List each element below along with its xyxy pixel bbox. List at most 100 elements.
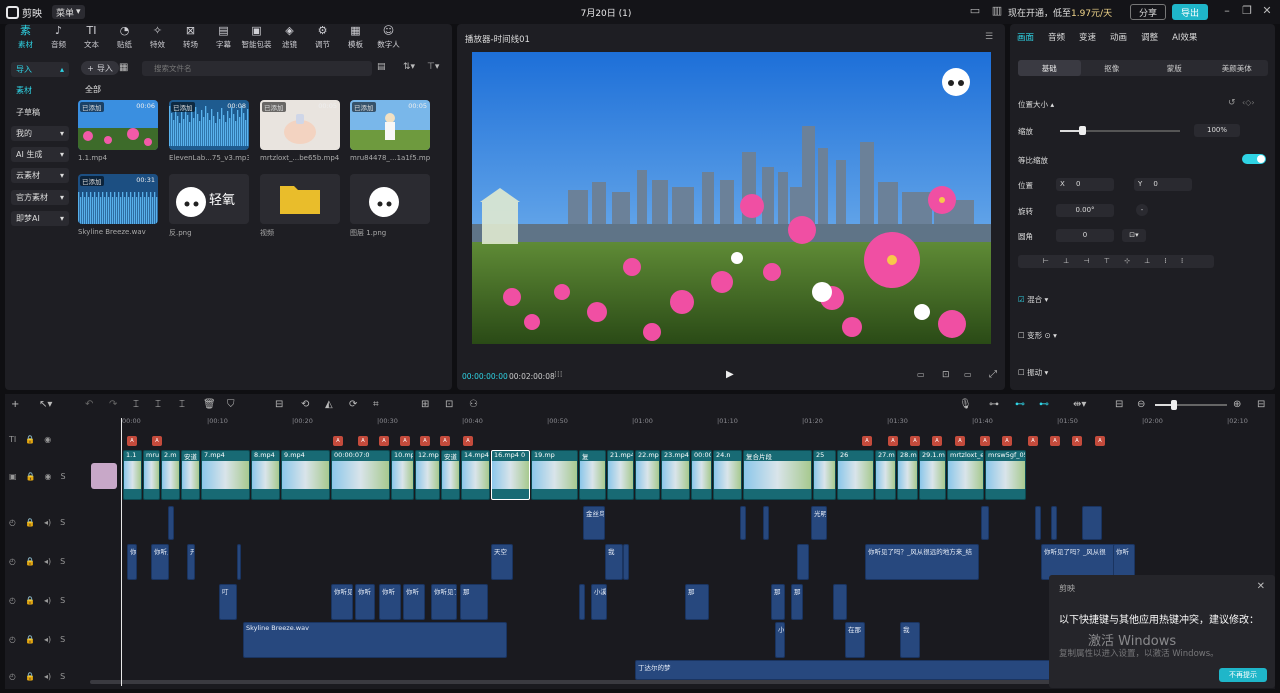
- inspector-subtab-1[interactable]: 抠像: [1081, 60, 1144, 76]
- inspector-tab-4[interactable]: 调整: [1134, 31, 1165, 43]
- caption-icon[interactable]: ⊞: [421, 399, 429, 410]
- video-clip[interactable]: 16.mp4 0: [491, 450, 530, 500]
- inspector-subtab-0[interactable]: 基础: [1018, 60, 1081, 76]
- audio-clip[interactable]: 你听: [355, 584, 375, 620]
- video-clip[interactable]: 7.mp4: [201, 450, 250, 500]
- audio-clip[interactable]: [1035, 506, 1041, 540]
- lock-icon[interactable]: 🔒: [25, 672, 35, 681]
- media-thumbnail[interactable]: [260, 174, 340, 224]
- video-clip[interactable]: 25: [813, 450, 836, 500]
- lock-icon[interactable]: 🔒: [26, 472, 36, 481]
- filter-icon[interactable]: ⊤▾: [427, 62, 439, 72]
- screenshot-icon[interactable]: ⊡: [942, 370, 950, 380]
- video-clip[interactable]: 28.mp4: [897, 450, 918, 500]
- audio-clip[interactable]: 你听见: [151, 544, 169, 580]
- mute-icon[interactable]: S: [60, 672, 65, 681]
- microphone-icon[interactable]: 🎙: [959, 399, 972, 410]
- snap-icon[interactable]: ⊷: [1039, 399, 1049, 410]
- audio-clip[interactable]: Skyline Breeze.wav: [243, 622, 507, 658]
- text-clip[interactable]: A: [333, 436, 343, 446]
- audio-clip[interactable]: 小溪小: [591, 584, 607, 620]
- video-clip[interactable]: mrui: [143, 450, 160, 500]
- volume-icon[interactable]: ◂): [44, 557, 51, 566]
- video-clip[interactable]: mrtzloxt_ea: [947, 450, 984, 500]
- maximize-icon[interactable]: ❐: [1240, 5, 1254, 17]
- freeze-icon[interactable]: ⊟: [275, 399, 283, 410]
- ratio-icon[interactable]: ▭: [964, 370, 972, 379]
- cutout-icon[interactable]: ⊡: [445, 399, 453, 410]
- section-position-size[interactable]: 位置大小 ▴: [1018, 99, 1054, 110]
- tab-7[interactable]: ▣ 智能包装: [240, 24, 273, 52]
- sidebar-item-3[interactable]: 我的 ▾: [11, 125, 69, 141]
- reverse-icon[interactable]: ⟲: [301, 399, 309, 410]
- video-clip[interactable]: mrsw5gf_05cc36257e9a8: [985, 450, 1026, 500]
- media-card[interactable]: 视频: [260, 174, 340, 238]
- video-clip[interactable]: 19.mp: [531, 450, 578, 500]
- audio-clip[interactable]: 在那: [845, 622, 865, 658]
- audio-clip[interactable]: 那: [460, 584, 488, 620]
- lock-icon[interactable]: 🔒: [25, 596, 35, 605]
- rotate-icon[interactable]: ⟳: [349, 399, 357, 410]
- original-ratio-icon[interactable]: ▭: [917, 370, 925, 379]
- tab-0[interactable]: 素素材: [9, 24, 42, 52]
- video-clip[interactable]: 14.mp4: [461, 450, 490, 500]
- preview-axis-icon[interactable]: ⇹▾: [1073, 399, 1086, 410]
- share-button[interactable]: 分享: [1130, 4, 1166, 20]
- text-clip[interactable]: A: [440, 436, 450, 446]
- lock-icon[interactable]: 🔒: [25, 435, 35, 444]
- video-clip[interactable]: 23.mp4: [661, 450, 690, 500]
- corner-input[interactable]: 0: [1056, 229, 1114, 242]
- sidebar-item-1[interactable]: 素材: [11, 83, 69, 98]
- audio-clip[interactable]: 你听: [379, 584, 401, 620]
- volume-icon[interactable]: ◂): [44, 635, 51, 644]
- audio-clip[interactable]: 那: [771, 584, 785, 620]
- align-toolbar[interactable]: ⊢ ⊥ ⊣ ⊤ ⊹ ⊥ ⁞ ⁞: [1018, 255, 1214, 268]
- audio-clip[interactable]: [833, 584, 847, 620]
- video-clip[interactable]: 复合片段: [743, 450, 812, 500]
- rotation-dial-icon[interactable]: -: [1136, 204, 1148, 216]
- video-clip[interactable]: 27.mp4: [875, 450, 896, 500]
- media-thumbnail[interactable]: 已添加 00:31: [78, 174, 158, 224]
- inspector-tab-1[interactable]: 音频: [1041, 31, 1072, 43]
- import-button[interactable]: + 导入: [81, 61, 119, 75]
- mute-icon[interactable]: S: [60, 518, 65, 527]
- video-clip[interactable]: 2.m: [161, 450, 180, 500]
- scale-slider-thumb[interactable]: [1079, 126, 1086, 135]
- redo-icon[interactable]: ↷: [109, 399, 117, 410]
- zoom-slider-thumb[interactable]: [1171, 400, 1177, 410]
- eye-icon[interactable]: ◉: [44, 435, 51, 444]
- position-y-input[interactable]: Y 0: [1134, 178, 1192, 191]
- text-clip[interactable]: A: [1028, 436, 1038, 446]
- text-clip[interactable]: A: [1072, 436, 1082, 446]
- text-clip[interactable]: A: [400, 436, 410, 446]
- audio-clip[interactable]: [797, 544, 809, 580]
- delete-icon[interactable]: 🗑: [203, 399, 216, 410]
- volume-icon[interactable]: ◂): [44, 672, 51, 681]
- text-clip[interactable]: A: [980, 436, 990, 446]
- text-clip[interactable]: A: [888, 436, 898, 446]
- text-clip[interactable]: A: [955, 436, 965, 446]
- audio-clip[interactable]: 天空: [491, 544, 513, 580]
- smart-icon[interactable]: ⚇: [469, 399, 478, 410]
- video-clip[interactable]: 12.mp: [415, 450, 440, 500]
- shield-icon[interactable]: ⛉: [227, 399, 235, 410]
- search-input[interactable]: 搜索文件名: [142, 61, 372, 76]
- video-clip[interactable]: 安道: [441, 450, 460, 500]
- audio-clip[interactable]: 那: [791, 584, 803, 620]
- layout-icon[interactable]: ▭: [968, 5, 982, 17]
- video-clip[interactable]: 复: [579, 450, 606, 500]
- undo-icon[interactable]: ↶: [85, 399, 93, 410]
- audio-clip[interactable]: 小: [775, 622, 785, 658]
- sidebar-item-0[interactable]: 导入 ▴: [11, 62, 69, 77]
- playhead[interactable]: [121, 418, 122, 686]
- video-clip[interactable]: 1.1: [123, 450, 142, 500]
- text-clip[interactable]: A: [463, 436, 473, 446]
- panel-icon[interactable]: ▥: [990, 5, 1004, 17]
- lock-icon[interactable]: 🔒: [25, 557, 35, 566]
- grid-view-icon[interactable]: ▦: [119, 62, 128, 73]
- text-clip[interactable]: A: [910, 436, 920, 446]
- zoom-out-icon[interactable]: ⊖: [1137, 399, 1145, 410]
- split-right-icon[interactable]: ⌶: [179, 399, 185, 410]
- video-clip[interactable]: 安道: [181, 450, 200, 500]
- inspector-subtab-2[interactable]: 蒙版: [1143, 60, 1206, 76]
